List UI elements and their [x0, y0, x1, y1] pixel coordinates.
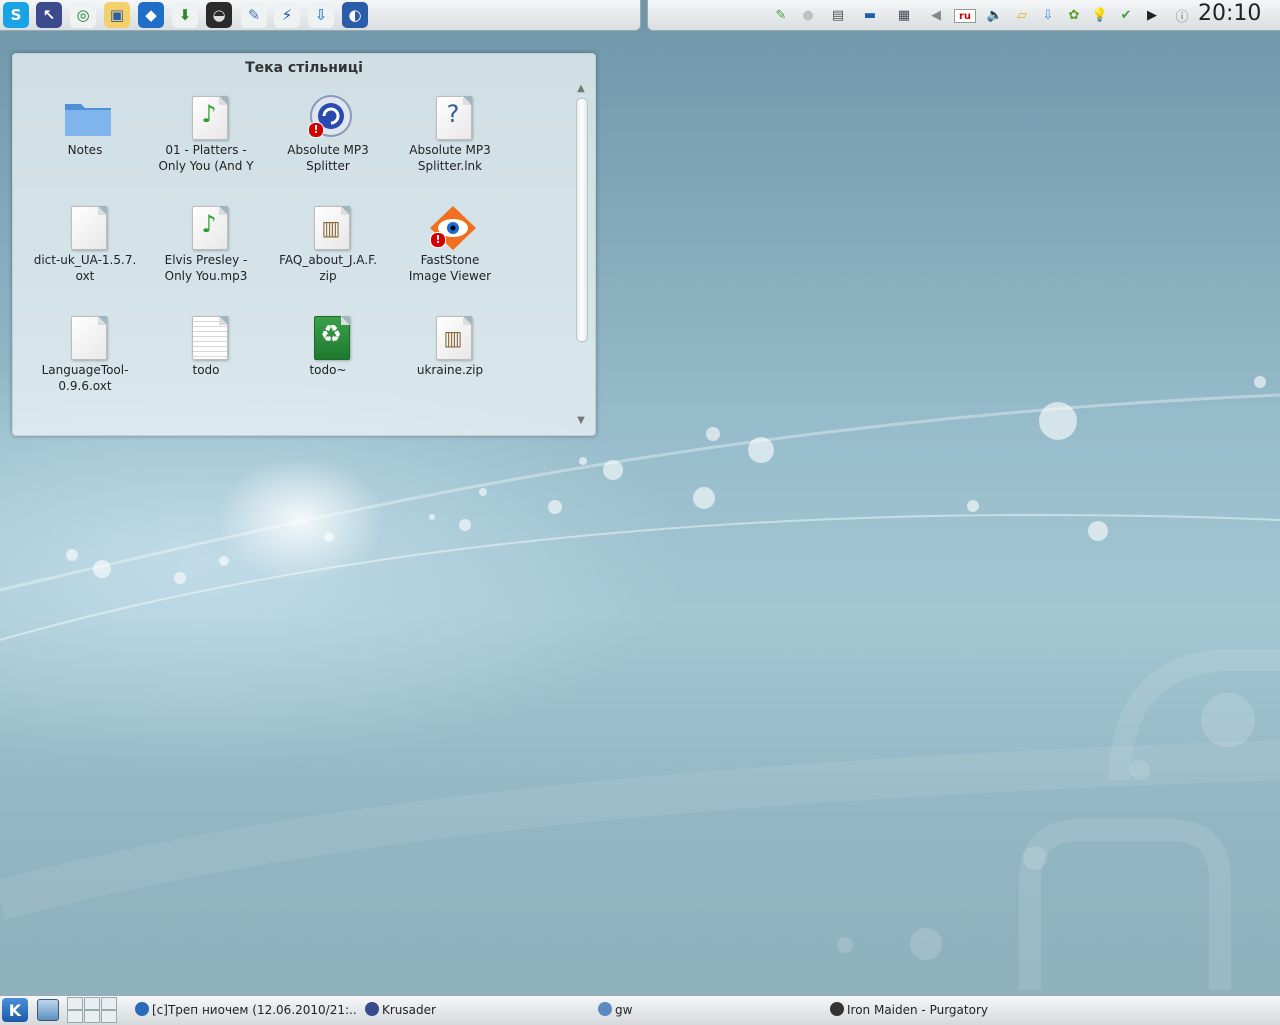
desktop-file-item[interactable]: ♪ 01 - Platters - Only You (And Y — [151, 94, 261, 174]
skype-icon[interactable]: S — [3, 2, 29, 28]
desktop-file-item[interactable]: ▥ FAQ_about_J.A.F. zip — [273, 204, 383, 284]
settings-flower-icon[interactable]: ✿ — [1064, 5, 1084, 25]
display-icon[interactable]: ▬ — [860, 5, 880, 25]
task-label: Krusader — [382, 1003, 436, 1017]
warning-badge-icon: ! — [430, 232, 446, 248]
kde-menu-button[interactable]: K — [2, 998, 28, 1022]
pen-tool-icon[interactable]: ✎ — [771, 5, 791, 25]
lightbulb-icon[interactable]: 💡 — [1090, 5, 1110, 25]
task-app-icon — [830, 1002, 844, 1016]
desktop-file-item[interactable]: dict-uk_UA-1.5.7. oxt — [30, 204, 140, 284]
desktop-file-item[interactable]: Notes — [30, 94, 140, 158]
info-icon[interactable]: ⓘ — [1172, 5, 1192, 25]
desktop-pager[interactable] — [67, 997, 119, 1023]
kopete-icon[interactable]: ◐ — [342, 2, 368, 28]
record-icon[interactable]: ● — [798, 5, 818, 25]
chat-app-icon[interactable]: ✎ — [241, 2, 267, 28]
folder-view-title: Тека стільниці — [245, 60, 363, 76]
blank-file-icon — [71, 316, 107, 360]
checkmark-icon[interactable]: ✔ — [1116, 5, 1136, 25]
desktop-file-item[interactable]: ♻ todo~ — [273, 314, 383, 378]
file-label: todo~ — [309, 363, 347, 377]
file-label: 01 - Platters - Only You (And Y — [158, 143, 254, 173]
clipboard-icon[interactable]: ▤ — [828, 5, 848, 25]
scroll-down-arrow-icon[interactable]: ▼ — [575, 416, 587, 426]
arrow-left-icon[interactable]: ◀ — [926, 5, 946, 25]
photo-app-icon[interactable]: ◆ — [138, 2, 164, 28]
desktop-file-item[interactable]: ▥ ukraine.zip — [395, 314, 505, 378]
show-desktop-icon[interactable] — [37, 999, 59, 1021]
system-app-icon[interactable]: ◒ — [206, 2, 232, 28]
file-label: Elvis Presley - Only You.mp3 — [164, 253, 248, 283]
warning-badge-icon: ! — [308, 122, 324, 138]
clock[interactable]: 20:10 — [1198, 1, 1261, 26]
task-label: [c]Треп ниочем (12.06.2010/21:... - Chr — [152, 1003, 357, 1017]
file-label: todo — [192, 363, 220, 377]
text-file-icon — [192, 316, 228, 360]
keyboard-layout-ru-icon[interactable]: ru — [954, 9, 976, 23]
download-tray-icon[interactable]: ⇩ — [1038, 5, 1058, 25]
task-label: Iron Maiden - Purgatory — [847, 1003, 988, 1017]
media-play-icon[interactable]: ▶ — [1142, 5, 1162, 25]
task-app-icon — [598, 1002, 612, 1016]
desktop-file-item[interactable]: ♪ Elvis Presley - Only You.mp3 — [151, 204, 261, 284]
scroll-up-arrow-icon[interactable]: ▲ — [575, 84, 587, 94]
scrollbar-thumb[interactable] — [576, 98, 588, 342]
file-label: ukraine.zip — [416, 363, 484, 377]
task-label: gw — [615, 1003, 633, 1017]
top-system-tray-panel: ✎ ● ▤ ▬ ▦ ◀ ru 🔈 ▱ ⇩ ✿ 💡 ✔ ▶ ⓘ — [647, 0, 1280, 31]
file-label: LanguageTool- 0.9.6.oxt — [41, 363, 129, 393]
top-launcher-panel: S ↖ ◎ ▣ ◆ ⬇ ◒ ✎ ⚡ ⇩ ◐ — [0, 0, 641, 31]
taskbar: K [c]Треп ниочем (12.06.2010/21:... - Ch… — [0, 995, 1280, 1025]
browser-app-icon[interactable]: ⚡ — [274, 2, 300, 28]
network-icon[interactable]: ◎ — [70, 2, 96, 28]
folder-view-widget: Тека стільниці Notes ♪ 01 - Platters - Onl… — [12, 53, 596, 436]
folder-view-scrollbar[interactable]: ▲ ▼ — [575, 84, 588, 428]
desktop-file-item[interactable]: ? Absolute MP3 Splitter.lnk — [395, 94, 505, 174]
download-manager-icon[interactable]: ⬇ — [172, 2, 198, 28]
image-app-icon[interactable]: ▣ — [104, 2, 130, 28]
blank-file-icon — [71, 206, 107, 250]
volume-icon[interactable]: 🔈 — [985, 5, 1005, 25]
file-label: Notes — [67, 143, 103, 157]
folder-icon — [65, 104, 111, 136]
notes-icon[interactable]: ▱ — [1012, 5, 1032, 25]
pointer-tool-icon[interactable]: ↖ — [36, 2, 62, 28]
task-app-icon — [135, 1002, 149, 1016]
taskbar-task[interactable]: Krusader — [365, 1002, 475, 1017]
downloader-icon[interactable]: ⇩ — [308, 2, 334, 28]
desktop-file-item[interactable]: todo — [151, 314, 261, 378]
file-label: FAQ_about_J.A.F. zip — [279, 253, 377, 283]
taskbar-task[interactable]: gw — [598, 1002, 718, 1017]
desktop-file-item[interactable]: ! Absolute MP3 Splitter — [273, 94, 383, 174]
system-monitor-icon[interactable]: ▦ — [894, 5, 914, 25]
file-label: FastStone Image Viewer — [408, 253, 492, 283]
file-label: dict-uk_UA-1.5.7. oxt — [33, 253, 137, 283]
file-label: Absolute MP3 Splitter — [287, 143, 369, 173]
task-app-icon — [365, 1002, 379, 1016]
file-label: Absolute MP3 Splitter.lnk — [409, 143, 491, 173]
taskbar-task[interactable]: [c]Треп ниочем (12.06.2010/21:... - Chr — [135, 1002, 357, 1017]
taskbar-task[interactable]: Iron Maiden - Purgatory — [830, 1002, 1030, 1017]
desktop-file-item[interactable]: LanguageTool- 0.9.6.oxt — [30, 314, 140, 394]
desktop-file-item[interactable]: ! FastStone Image Viewer — [395, 204, 505, 284]
